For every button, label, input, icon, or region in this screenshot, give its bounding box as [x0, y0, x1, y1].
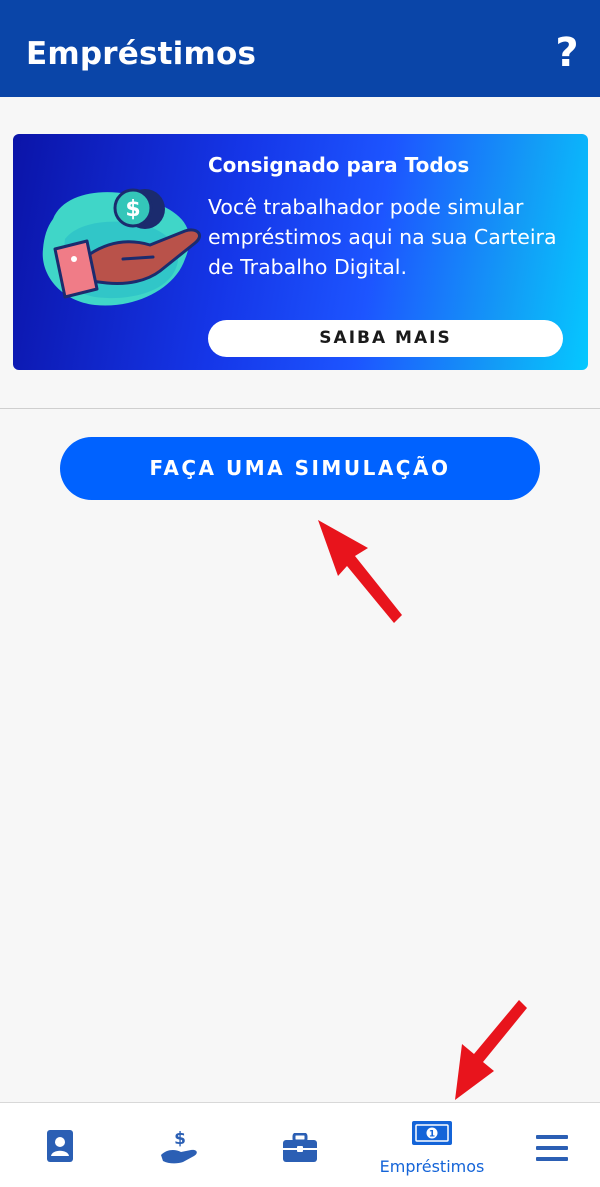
menu-icon — [536, 1135, 568, 1161]
promo-banner: $ Consignado para Todos Você trabalhador… — [13, 134, 588, 370]
saiba-mais-button[interactable]: SAIBA MAIS — [208, 320, 563, 357]
nav-item-emprestimos[interactable]: 1 Empréstimos — [372, 1103, 492, 1187]
annotation-arrow-simulation — [318, 520, 402, 623]
nav-item-document[interactable] — [0, 1103, 120, 1187]
nav-item-work[interactable] — [240, 1103, 360, 1187]
briefcase-icon — [283, 1133, 317, 1162]
section-divider — [0, 408, 600, 409]
page-title: Empréstimos — [26, 36, 257, 72]
nav-label-emprestimos: Empréstimos — [379, 1157, 485, 1176]
svg-text:1: 1 — [429, 1130, 435, 1140]
hand-dollar-icon: $ — [161, 1129, 197, 1164]
bottom-navigation: $ 1 Empréstimos — [0, 1102, 600, 1187]
app-bar: Empréstimos ? — [0, 0, 600, 97]
hand-with-coin-icon: $ — [42, 188, 201, 306]
annotation-arrow-nav — [455, 1000, 527, 1100]
svg-text:$: $ — [125, 197, 140, 222]
simulation-button[interactable]: FAÇA UMA SIMULAÇÃO — [60, 437, 540, 500]
help-question-icon[interactable]: ? — [552, 32, 582, 74]
banner-description: Você trabalhador pode simular empréstimo… — [208, 195, 557, 279]
banner-title: Consignado para Todos — [208, 153, 470, 177]
nav-item-menu[interactable] — [492, 1103, 600, 1187]
id-card-icon — [47, 1130, 73, 1162]
svg-text:$: $ — [174, 1129, 186, 1149]
nav-item-benefits[interactable]: $ — [120, 1103, 240, 1187]
banknote-icon: 1 — [412, 1121, 452, 1145]
